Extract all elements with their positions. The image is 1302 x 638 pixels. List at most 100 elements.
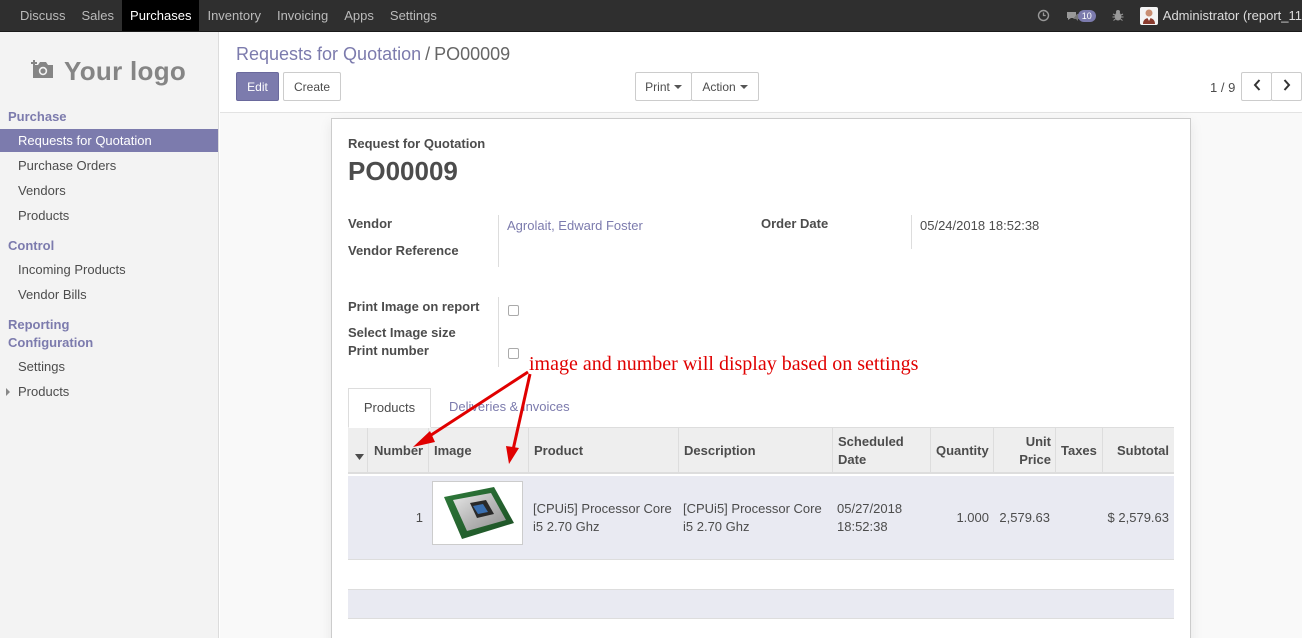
sidebar-item-incoming-products[interactable]: Incoming Products [0,258,218,281]
menu-apps[interactable]: Apps [336,0,382,31]
company-logo[interactable]: Your logo [30,56,186,87]
column-divider [832,428,833,474]
section-purchase: Purchase [8,109,67,124]
pager-value[interactable]: 1 / 9 [1210,80,1235,95]
row-description-line-2: i5 2.70 Ghz [683,519,750,534]
column-unit-line-2: Price [1019,452,1051,467]
chevron-down-icon [673,84,682,89]
section-reporting[interactable]: Reporting [8,316,69,334]
column-taxes[interactable]: Taxes [1061,442,1097,460]
column-divider [1055,428,1056,474]
pager-previous-button[interactable] [1241,72,1272,101]
breadcrumb-parent[interactable]: Requests for Quotation [236,44,421,64]
print-number-label: Print number [348,343,429,358]
form-subtitle: Request for Quotation [348,136,486,151]
print-image-label: Print Image on report [348,299,480,314]
tab-deliveries-invoices[interactable]: Deliveries & Invoices [449,388,570,428]
column-divider [993,428,994,474]
messages-count-badge: 10 [1077,9,1096,22]
chevron-down-icon [739,84,748,89]
column-divider [367,428,368,474]
order-date-divider [911,215,912,249]
messages-icon[interactable]: 10 [1066,9,1096,22]
vendor-link[interactable]: Agrolait, Edward Foster [507,218,643,233]
column-subtotal[interactable]: Subtotal [1108,442,1169,460]
logo-text: Your logo [64,56,187,86]
menu-purchases[interactable]: Purchases [122,0,200,31]
print-button[interactable]: Print [635,72,692,101]
user-name: Administrator (report_11 [1162,8,1302,23]
print-label: Print [645,79,670,94]
column-unit-line-1: Unit [1025,434,1051,449]
action-button[interactable]: Action [691,72,759,101]
column-unit-price[interactable]: Unit Price [999,433,1051,469]
row-product-line-2: i5 2.70 Ghz [533,519,600,534]
menu-discuss[interactable]: Discuss [12,0,74,31]
column-divider [678,428,679,474]
column-divider [930,428,931,474]
sidebar-item-settings[interactable]: Settings [0,355,218,378]
sidebar-item-vendors[interactable]: Vendors [0,179,218,202]
row-description-line-1: [CPUi5] Processor Core [683,501,822,516]
column-quantity[interactable]: Quantity [936,442,989,460]
top-navbar: Discuss Sales Purchases Inventory Invoic… [0,0,1302,32]
action-label: Action [702,79,736,94]
avatar [1139,6,1158,25]
order-date-value: 05/24/2018 18:52:38 [920,218,1040,233]
row-subtotal: $ 2,579.63 [1107,510,1169,525]
vendor-reference-label: Vendor Reference [348,243,459,258]
menu-inventory[interactable]: Inventory [199,0,268,31]
menu-settings[interactable]: Settings [382,0,445,31]
chevron-left-icon [1253,79,1261,94]
edit-button[interactable]: Edit [236,72,279,101]
sidebar-item-config-products[interactable]: Products [0,380,218,403]
table-footer-row [348,590,1174,619]
main-menu: Discuss Sales Purchases Inventory Invoic… [12,0,445,31]
row-unit-price: 2,579.63 [999,510,1050,525]
user-menu[interactable]: Administrator (report_11 [1139,6,1302,25]
column-scheduled-line-2: Date [838,452,867,467]
section-configuration: Configuration [8,335,94,350]
caret-right-icon [6,388,10,396]
column-scheduled-date[interactable]: Scheduled Date [838,433,904,469]
row-product-line-1: [CPUi5] Processor Core [533,501,672,516]
column-number[interactable]: Number [374,442,423,460]
menu-sales[interactable]: Sales [74,0,123,31]
form-title: PO00009 [348,156,458,186]
row-date-line-1: 05/27/2018 [837,501,903,516]
order-date-label: Order Date [761,216,829,231]
row-description: [CPUi5] Processor Core i5 2.70 Ghz [683,500,822,536]
vendor-divider [498,215,499,267]
row-date-line-2: 18:52:38 [837,519,888,534]
systray: 10 Administrator (report_11 [1029,0,1302,31]
sidebar-item-requests-for-quotation[interactable]: Requests for Quotation [0,129,218,152]
sort-caret-icon[interactable] [355,448,364,463]
image-size-label: Select Image size [348,325,456,340]
empty-row [348,560,1174,590]
bug-icon[interactable] [1112,9,1124,22]
print-image-checkbox[interactable] [508,305,519,316]
row-number: 1 [415,510,423,525]
sidebar-item-purchase-orders[interactable]: Purchase Orders [0,154,218,177]
row-quantity: 1.000 [956,510,989,525]
print-number-checkbox[interactable] [508,348,519,359]
column-scheduled-line-1: Scheduled [838,434,904,449]
vendor-label: Vendor [348,216,393,231]
settings-divider [498,297,499,367]
column-description[interactable]: Description [684,442,756,460]
chevron-right-icon [1283,79,1291,94]
row-product: [CPUi5] Processor Core i5 2.70 Ghz [533,500,672,536]
tab-products[interactable]: Products [348,388,431,428]
breadcrumb: Requests for Quotation / PO00009 [236,44,510,65]
sidebar-item-vendor-bills[interactable]: Vendor Bills [0,283,218,306]
menu-invoicing[interactable]: Invoicing [269,0,336,31]
annotation-text: image and number will display based on s… [529,353,919,375]
breadcrumb-current: PO00009 [434,44,511,64]
sidebar-item-products[interactable]: Products [0,204,218,227]
product-image-cpu [432,481,523,545]
pager-next-button[interactable] [1271,72,1302,101]
column-image[interactable]: Image [434,442,472,460]
clock-icon[interactable] [1037,9,1050,22]
column-product[interactable]: Product [534,442,583,460]
create-button[interactable]: Create [283,72,341,101]
